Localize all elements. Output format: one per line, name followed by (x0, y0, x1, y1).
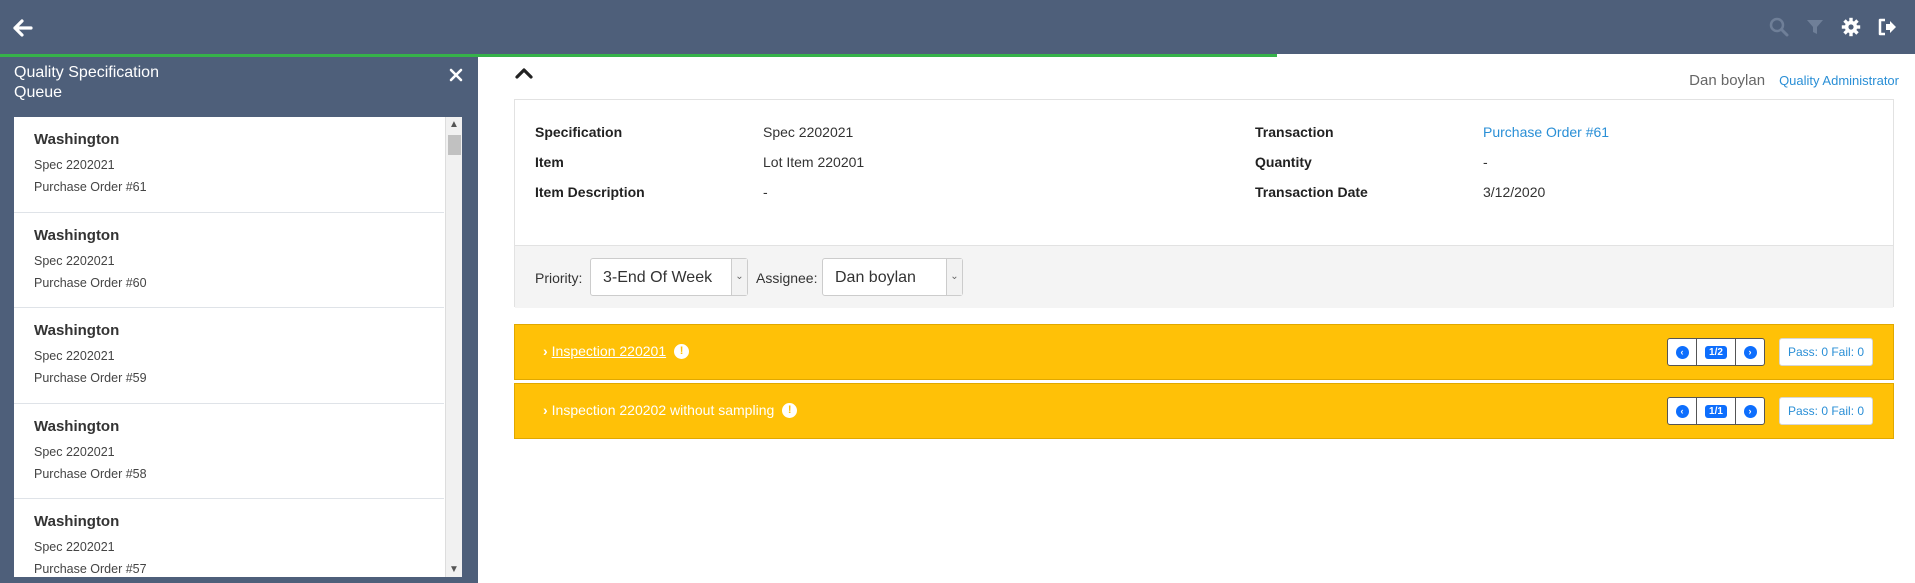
pass-fail-button[interactable]: Pass: 0 Fail: 0 (1779, 397, 1874, 425)
previous-button[interactable]: ‹ (1668, 339, 1696, 365)
inspection-toggle[interactable]: › Inspection 220201 ! (543, 343, 690, 359)
queue-item[interactable]: Washington Spec 2202021 Purchase Order #… (14, 213, 444, 308)
sidebar-title-line1: Quality Specification (14, 64, 159, 81)
page-count-badge: 1/1 (1705, 404, 1727, 418)
assignment-bar: Priority: 3-End Of Week ⌄ Assignee: Dan … (515, 245, 1893, 308)
pass-fail-button[interactable]: Pass: 0 Fail: 0 (1779, 338, 1874, 366)
chevron-left-icon: ‹ (1675, 345, 1689, 359)
sidebar-title: Quality Specification Queue (14, 63, 174, 103)
inspection-panel: › Inspection 220202 without sampling ! ‹… (514, 383, 1894, 439)
page-count-badge: 1/2 (1705, 345, 1727, 359)
item-description-value: - (763, 184, 768, 200)
logout-icon[interactable] (1877, 17, 1897, 37)
assignee-label: Assignee: (756, 270, 818, 286)
queue-item[interactable]: Washington Spec 2202021 Purchase Order #… (14, 499, 444, 577)
queue-item-name: Washington (34, 417, 120, 435)
quantity-label: Quantity (1255, 154, 1312, 170)
specification-details: Specification Spec 2202021 Transaction P… (514, 99, 1894, 308)
inspection-pager: ‹ 1/1 › (1667, 397, 1765, 425)
inspection-panel: › Inspection 220201 ! ‹ 1/2 › Pass: 0 Fa… (514, 324, 1894, 380)
queue-item[interactable]: Washington Spec 2202021 Purchase Order #… (14, 404, 444, 499)
specification-label: Specification (535, 124, 623, 140)
transaction-date-label: Transaction Date (1255, 184, 1368, 200)
inspection-toggle[interactable]: › Inspection 220202 without sampling ! (543, 402, 798, 418)
details-row: Item Description - Transaction Date 3/12… (515, 184, 1893, 214)
filter-icon[interactable] (1805, 17, 1825, 37)
queue-item-spec: Spec 2202021 (34, 444, 115, 459)
priority-select-value: 3-End Of Week (603, 269, 713, 286)
scroll-down-icon[interactable]: ▼ (449, 564, 459, 575)
transaction-label: Transaction (1255, 124, 1334, 140)
queue-item-order: Purchase Order #58 (34, 466, 147, 481)
close-icon[interactable] (448, 67, 464, 83)
item-label: Item (535, 154, 564, 170)
chevron-down-icon: ⌄ (731, 259, 747, 295)
queue-item-spec: Spec 2202021 (34, 158, 115, 172)
queue-item-order: Purchase Order #59 (34, 371, 147, 385)
chevron-right-icon: › (1743, 345, 1757, 359)
header-tools (1769, 17, 1897, 37)
user-role-link[interactable]: Quality Administrator (1779, 73, 1899, 88)
chevron-right-icon: › (1743, 404, 1757, 418)
priority-label: Priority: (535, 270, 583, 286)
queue-scrollbar[interactable]: ▲ ▼ (445, 117, 462, 577)
top-bar (0, 0, 1915, 54)
previous-button[interactable]: ‹ (1668, 398, 1696, 424)
quantity-value: - (1483, 154, 1488, 170)
queue-item[interactable]: Washington Spec 2202021 Purchase Order #… (14, 117, 444, 213)
assignee-select-value: Dan boylan (835, 269, 916, 286)
priority-select[interactable]: 3-End Of Week ⌄ (590, 258, 748, 296)
chevron-up-icon[interactable] (514, 65, 534, 81)
user-info: Dan boylan Quality Administrator (1689, 72, 1899, 89)
main-content: Dan boylan Quality Administrator Specifi… (478, 57, 1915, 583)
queue-item-name: Washington (34, 131, 120, 148)
item-value: Lot Item 220201 (763, 154, 865, 170)
sidebar-title-line2: Queue (14, 84, 63, 101)
queue-item-spec: Spec 2202021 (34, 540, 115, 554)
gear-icon[interactable] (1841, 17, 1861, 37)
details-row: Specification Spec 2202021 Transaction P… (515, 124, 1893, 154)
queue-sidebar: Quality Specification Queue Washington S… (0, 57, 478, 583)
search-icon[interactable] (1769, 17, 1789, 37)
next-button[interactable]: › (1736, 339, 1764, 365)
inspection-pager: ‹ 1/2 › (1667, 338, 1765, 366)
inspection-label: Inspection 220202 without sampling (551, 402, 775, 418)
chevron-left-icon: ‹ (1675, 404, 1689, 418)
item-description-label: Item Description (535, 184, 645, 200)
chevron-right-icon: › (543, 343, 548, 359)
assignee-select[interactable]: Dan boylan ⌄ (822, 258, 963, 296)
page-count: 1/2 (1696, 339, 1736, 365)
chevron-down-icon: ⌄ (946, 259, 962, 295)
arrow-left-icon[interactable] (12, 17, 34, 39)
transaction-link[interactable]: Purchase Order #61 (1483, 124, 1609, 140)
queue-list: Washington Spec 2202021 Purchase Order #… (14, 117, 444, 577)
page-count: 1/1 (1696, 398, 1736, 424)
warning-icon: ! (674, 343, 690, 359)
queue-item-spec: Spec 2202021 (34, 253, 115, 268)
scroll-up-icon[interactable]: ▲ (449, 119, 459, 130)
details-grid: Specification Spec 2202021 Transaction P… (515, 100, 1893, 245)
queue-item-order: Purchase Order #57 (34, 562, 147, 576)
transaction-date-value: 3/12/2020 (1483, 184, 1546, 200)
user-name: Dan boylan (1689, 72, 1766, 89)
queue-item-order: Purchase Order #61 (34, 180, 147, 194)
inspection-label: Inspection 220201 (551, 343, 667, 359)
queue-list-panel: Washington Spec 2202021 Purchase Order #… (14, 117, 462, 577)
warning-icon: ! (782, 402, 798, 418)
queue-item-name: Washington (34, 226, 120, 244)
details-row: Item Lot Item 220201 Quantity - (515, 154, 1893, 184)
queue-item-name: Washington (34, 513, 120, 530)
queue-item[interactable]: Washington Spec 2202021 Purchase Order #… (14, 308, 444, 404)
queue-item-name: Washington (34, 322, 120, 339)
next-button[interactable]: › (1736, 398, 1764, 424)
chevron-right-icon: › (543, 402, 548, 418)
queue-item-order: Purchase Order #60 (34, 275, 147, 290)
scroll-thumb[interactable] (448, 135, 461, 155)
queue-item-spec: Spec 2202021 (34, 349, 115, 363)
specification-value: Spec 2202021 (763, 124, 854, 140)
